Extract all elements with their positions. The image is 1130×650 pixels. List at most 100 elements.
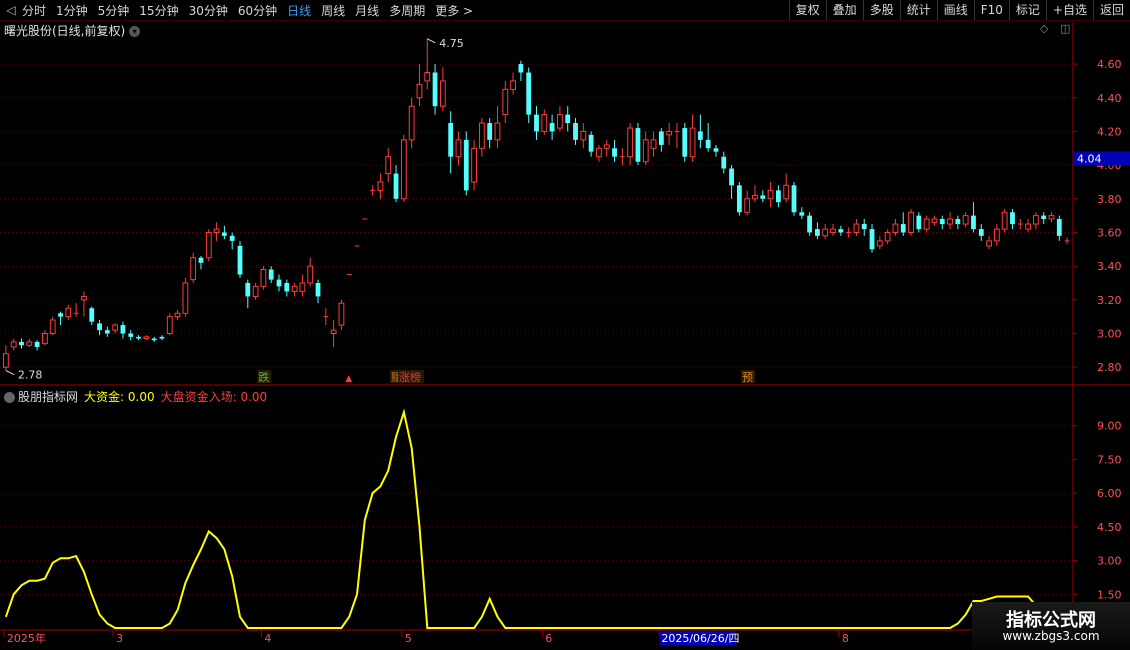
candle-body <box>502 88 509 116</box>
candle-body <box>1032 215 1039 225</box>
candle-body <box>104 330 110 334</box>
candle-body <box>744 198 751 213</box>
price-tick-label: 4.20 <box>1097 125 1122 138</box>
candle <box>323 308 329 326</box>
candle-body <box>432 72 438 107</box>
date-tick-label: 2025/06/26/四 <box>661 632 739 645</box>
candle <box>534 106 539 140</box>
candle-body <box>588 134 594 152</box>
candle-body <box>268 269 274 280</box>
candle-body <box>876 240 883 247</box>
candle <box>541 109 548 135</box>
candle-body <box>3 353 9 368</box>
candle <box>471 139 477 191</box>
candle-body <box>603 144 610 149</box>
candle-body <box>541 114 548 132</box>
candle-body <box>1056 218 1062 236</box>
candle <box>526 67 532 124</box>
price-tick-label: 3.00 <box>1097 327 1122 340</box>
indicator-tick-label: 9.00 <box>1097 420 1122 433</box>
indicator-tick-label: 6.00 <box>1097 487 1122 500</box>
candle-body <box>627 127 634 158</box>
candle-body <box>19 341 24 346</box>
diamond-icon[interactable]: ◇ <box>1040 22 1048 35</box>
candle <box>775 185 781 208</box>
candle <box>1010 208 1015 230</box>
candle <box>931 215 938 226</box>
candle-body <box>947 218 953 225</box>
candle-body <box>229 235 235 241</box>
candle <box>338 299 345 331</box>
candle-body <box>830 228 836 233</box>
candle <box>993 224 1000 246</box>
candle-body <box>1025 223 1031 230</box>
candle-body <box>315 282 321 297</box>
candle-body <box>783 184 790 200</box>
candle-body <box>650 139 657 149</box>
candle-body <box>439 80 446 107</box>
candle <box>830 224 836 236</box>
candle-body <box>838 229 844 233</box>
candle <box>650 131 657 157</box>
candle <box>26 338 33 347</box>
candle <box>697 114 703 149</box>
candle-body <box>518 64 524 73</box>
candle <box>565 106 571 132</box>
indicator-settings-icon[interactable] <box>4 392 15 403</box>
candle-body <box>494 122 501 141</box>
candle <box>846 227 852 238</box>
market-fund-value: 大盘资金入场: 0.00 <box>160 390 268 404</box>
candle <box>729 165 734 199</box>
candle-body <box>822 228 829 237</box>
candle-body <box>34 341 40 347</box>
candle-body <box>400 139 407 200</box>
candle-body <box>923 218 930 230</box>
candle-body <box>760 195 766 199</box>
candle <box>143 335 150 341</box>
candle-body <box>1010 212 1015 225</box>
site-watermark: 指标公式网 www.zbgs3.com <box>972 602 1130 650</box>
candle <box>463 131 469 196</box>
date-tick-label: 6 <box>545 632 552 645</box>
candle <box>260 266 267 290</box>
candle <box>1056 215 1062 241</box>
candle-body <box>174 312 181 318</box>
candle-body <box>682 128 688 157</box>
candle <box>166 313 173 336</box>
candle <box>588 131 594 157</box>
candle-body <box>307 265 314 284</box>
candle <box>713 144 719 157</box>
candle <box>1025 218 1031 233</box>
candle-body <box>284 282 290 292</box>
candle-body <box>478 122 485 149</box>
candle <box>42 330 48 346</box>
indicator-name[interactable]: 股朋指标网 <box>18 390 78 404</box>
candle <box>971 202 976 233</box>
candle-body <box>815 229 820 236</box>
big-fund-value: 大资金: 0.00 <box>84 390 155 404</box>
date-tick-label: 4 <box>264 632 271 645</box>
candle-body <box>136 336 141 339</box>
candle <box>291 282 298 297</box>
chevron-down-icon[interactable]: ▾ <box>129 26 141 37</box>
candle-body <box>408 105 415 141</box>
chart-canvas: 2.803.003.203.403.603.804.004.204.404.60… <box>0 22 1130 645</box>
candle-body <box>198 257 204 263</box>
stock-title-text: 曙光股份(日线,前复权) <box>4 24 126 38</box>
candle <box>89 306 95 326</box>
panel-toggle-icon[interactable]: ◫ <box>1060 22 1070 35</box>
signal-label: 预 <box>742 371 753 384</box>
candle-body <box>455 139 462 158</box>
candle <box>689 114 696 162</box>
candle <box>744 190 751 216</box>
candle <box>237 240 243 278</box>
candle <box>815 222 820 240</box>
candle <box>736 181 742 216</box>
candle-body <box>1048 215 1055 220</box>
candle-body <box>416 83 423 99</box>
candle <box>573 117 578 145</box>
candle <box>596 144 602 162</box>
candle <box>213 222 220 241</box>
price-tick-label: 3.80 <box>1097 193 1122 206</box>
candle-body <box>42 332 48 345</box>
